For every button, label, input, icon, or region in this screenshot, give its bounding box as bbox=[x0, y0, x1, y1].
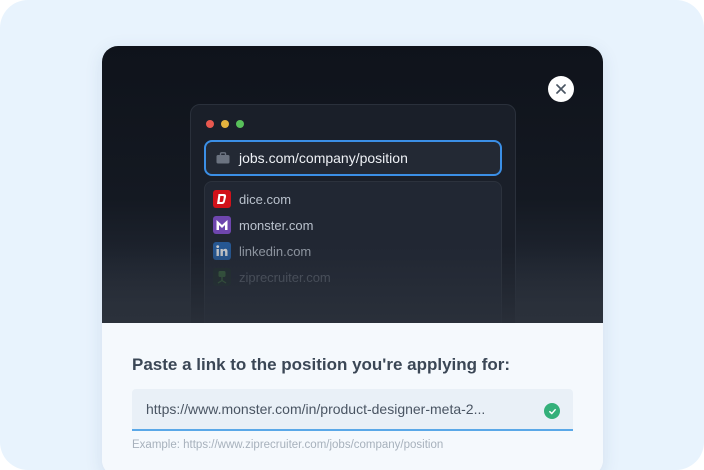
briefcase-icon bbox=[216, 152, 230, 164]
window-controls bbox=[206, 120, 244, 128]
hero-illustration: jobs.com/company/position dice.com monst… bbox=[102, 46, 603, 323]
example-hint: Example: https://www.ziprecruiter.com/jo… bbox=[132, 439, 444, 451]
form-heading: Paste a link to the position you're appl… bbox=[132, 355, 511, 374]
minimize-dot bbox=[221, 120, 229, 128]
suggestion-list: dice.com monster.com linkedin.com ziprec… bbox=[204, 181, 502, 323]
monster-logo-icon bbox=[213, 216, 231, 234]
suggestion-item-linkedin: linkedin.com bbox=[213, 241, 311, 261]
url-bar: jobs.com/company/position bbox=[204, 140, 502, 176]
close-icon bbox=[556, 84, 566, 94]
suggestion-item-ziprecruiter: ziprecruiter.com bbox=[213, 267, 331, 287]
ziprecruiter-logo-icon bbox=[213, 268, 231, 286]
maximize-dot bbox=[236, 120, 244, 128]
close-button[interactable] bbox=[548, 76, 574, 102]
position-link-field[interactable] bbox=[132, 389, 573, 431]
form-section: Paste a link to the position you're appl… bbox=[102, 323, 603, 470]
link-dialog: jobs.com/company/position dice.com monst… bbox=[102, 46, 603, 470]
dice-logo-icon bbox=[213, 190, 231, 208]
close-dot bbox=[206, 120, 214, 128]
suggestion-item-dice: dice.com bbox=[213, 189, 291, 209]
browser-mockup: jobs.com/company/position dice.com monst… bbox=[190, 104, 516, 323]
position-link-input[interactable] bbox=[146, 401, 530, 417]
suggestion-item-monster: monster.com bbox=[213, 215, 313, 235]
page-background: jobs.com/company/position dice.com monst… bbox=[0, 0, 704, 470]
linkedin-logo-icon bbox=[213, 242, 231, 260]
check-circle-icon bbox=[544, 403, 560, 419]
url-bar-text: jobs.com/company/position bbox=[239, 150, 408, 166]
